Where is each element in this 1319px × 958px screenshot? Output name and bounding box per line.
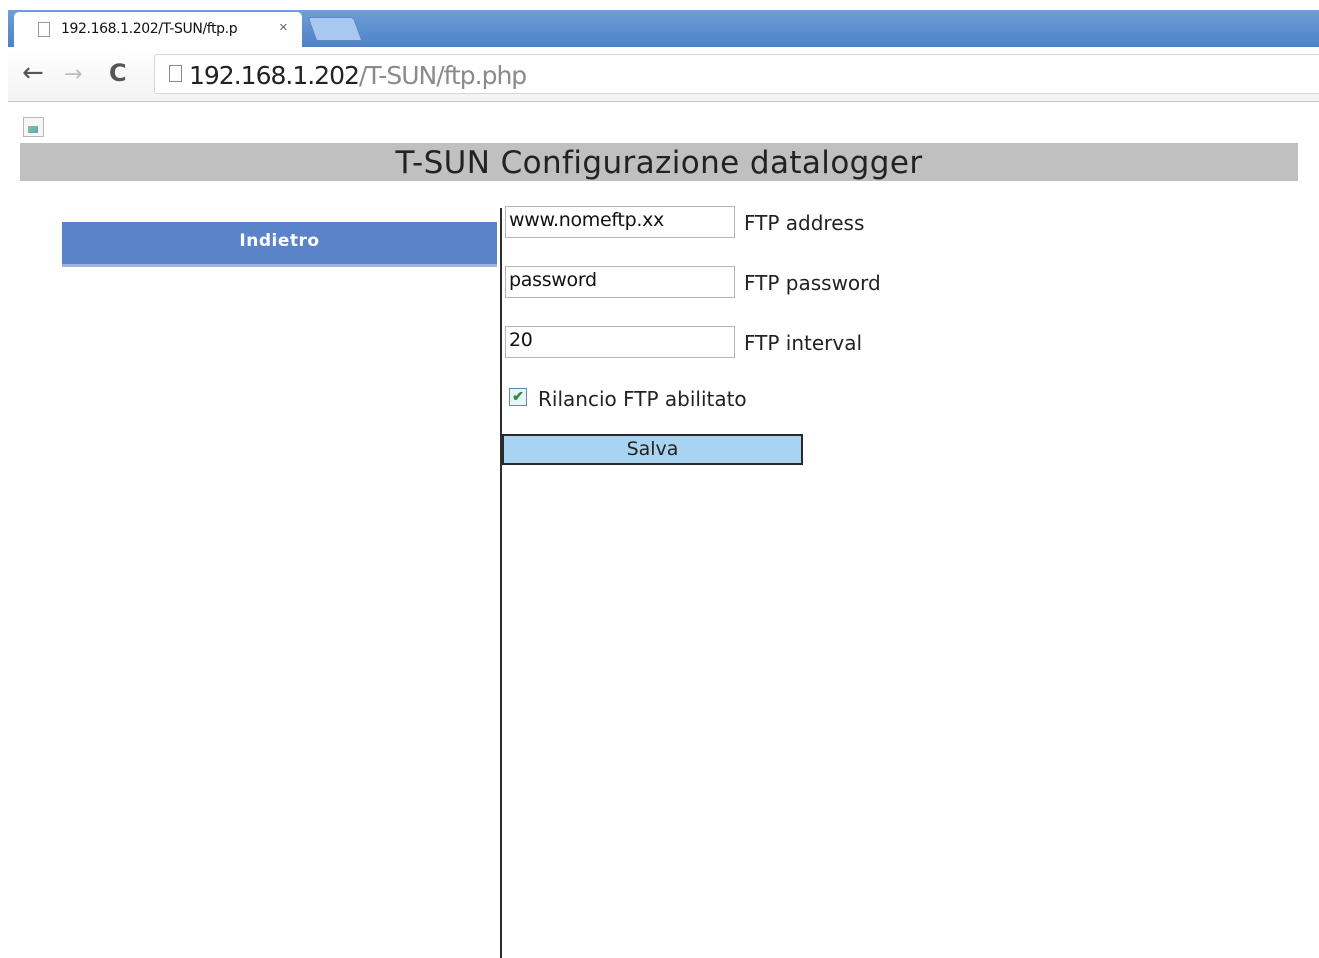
ftp-interval-label: FTP interval <box>744 331 863 355</box>
page-icon <box>38 22 50 37</box>
close-icon[interactable]: × <box>279 19 288 36</box>
tab-strip: 192.168.1.202/T-SUN/ftp.p × <box>0 0 1319 47</box>
ftp-password-input[interactable]: password <box>505 266 735 298</box>
url-path: /T-SUN/ftp.php <box>358 61 527 90</box>
column-divider <box>500 208 502 958</box>
ftp-enabled-label: Rilancio FTP abilitato <box>538 387 747 411</box>
url-host: 192.168.1.202 <box>189 61 360 90</box>
back-button[interactable]: Indietro <box>62 222 497 267</box>
browser-window: 192.168.1.202/T-SUN/ftp.p × ← → C 192.16… <box>0 0 1319 958</box>
address-bar[interactable]: 192.168.1.202/T-SUN/ftp.php <box>154 54 1319 94</box>
page-header: T-SUN Configurazione datalogger <box>20 143 1298 181</box>
back-arrow-icon[interactable]: ← <box>22 58 44 88</box>
page-title: T-SUN Configurazione datalogger <box>395 145 923 181</box>
save-button[interactable]: Salva <box>502 434 803 465</box>
broken-image-icon <box>23 117 44 137</box>
ftp-enabled-checkbox[interactable]: ✔ <box>509 388 527 406</box>
ftp-password-label: FTP password <box>744 271 881 295</box>
page-icon <box>169 65 182 82</box>
reload-icon[interactable]: C <box>109 58 127 88</box>
forward-arrow-icon[interactable]: → <box>64 60 82 90</box>
url-text: 192.168.1.202/T-SUN/ftp.php <box>189 61 527 90</box>
tab-title: 192.168.1.202/T-SUN/ftp.p <box>61 21 238 37</box>
ftp-interval-input[interactable]: 20 <box>505 326 735 358</box>
ftp-address-label: FTP address <box>744 211 865 235</box>
new-tab-button[interactable] <box>307 17 363 41</box>
active-tab[interactable]: 192.168.1.202/T-SUN/ftp.p × <box>14 12 302 47</box>
browser-toolbar: ← → C 192.168.1.202/T-SUN/ftp.php <box>8 47 1319 102</box>
ftp-address-input[interactable]: www.nomeftp.xx <box>505 206 735 238</box>
